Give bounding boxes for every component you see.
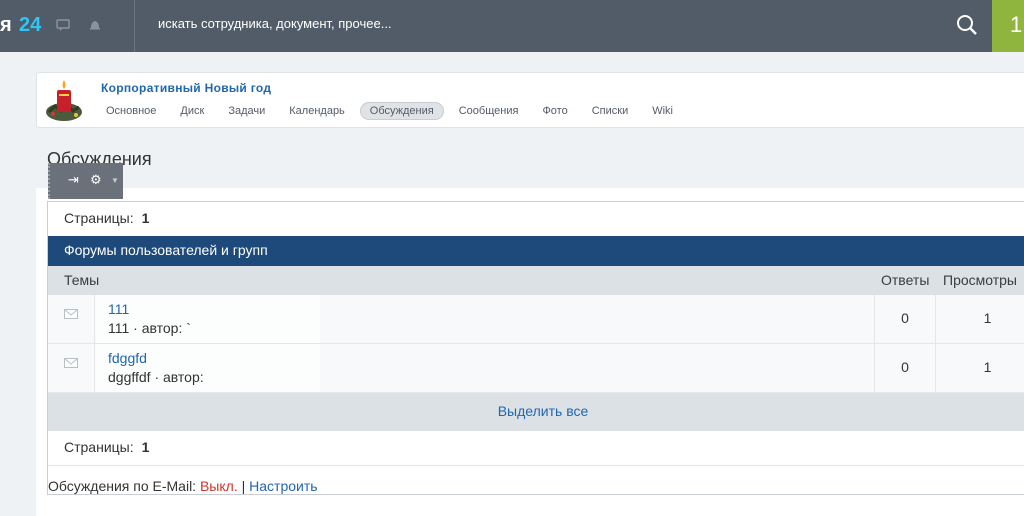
- bell-icon[interactable]: [88, 18, 102, 32]
- col-views: Просмотры: [943, 272, 1017, 288]
- forum-list: Страницы: 1 Форумы пользователей и групп …: [47, 201, 1024, 495]
- topic-views: 1: [983, 359, 992, 375]
- col-answers: Ответы: [881, 272, 930, 288]
- topic-answers: 0: [874, 344, 936, 392]
- email-label: Обсуждения по E-Mail:: [48, 478, 197, 494]
- group-nav: Основное Диск Задачи Календарь Обсуждени…: [97, 101, 688, 121]
- forum-name[interactable]: Форумы пользователей и групп: [48, 236, 1024, 266]
- nav-disk[interactable]: Диск: [171, 103, 213, 119]
- group-header: Корпоративный Новый год Основное Диск За…: [36, 72, 1024, 128]
- email-subscription: Обсуждения по E-Mail: Выкл. | Настроить: [48, 478, 318, 494]
- page-number[interactable]: 1: [142, 210, 150, 226]
- pagination-top: Страницы: 1: [48, 202, 1024, 236]
- search-icon[interactable]: [955, 13, 979, 37]
- page-number[interactable]: 1: [142, 439, 150, 455]
- pagination-bottom: Страницы: 1: [48, 431, 1024, 465]
- table-row: 111 111 · автор: ` 0 1: [48, 295, 1024, 344]
- edit-toolbar[interactable]: ⇥ ⚙ ▼: [48, 163, 123, 199]
- topic-subtitle: 111 · автор: `: [108, 320, 191, 336]
- group-title[interactable]: Корпоративный Новый год: [101, 81, 271, 95]
- group-avatar-icon[interactable]: [43, 78, 85, 124]
- nav-messages[interactable]: Сообщения: [450, 103, 528, 119]
- table-header: Темы Ответы Просмотры: [48, 266, 1024, 295]
- topic-answers: 0: [874, 295, 936, 343]
- chevron-down-icon[interactable]: ▼: [111, 176, 119, 185]
- nav-lists[interactable]: Списки: [583, 103, 638, 119]
- divider: [134, 0, 135, 52]
- brand-prefix: я: [0, 14, 12, 36]
- envelope-icon: [64, 309, 78, 319]
- nav-tasks[interactable]: Задачи: [219, 103, 274, 119]
- topic-title[interactable]: fdggfd: [108, 350, 147, 366]
- divider: [48, 465, 1024, 466]
- col-topics: Темы: [64, 272, 100, 288]
- email-off-link[interactable]: Выкл.: [200, 478, 238, 494]
- pages-label: Страницы:: [64, 439, 134, 455]
- nav-main[interactable]: Основное: [97, 103, 165, 119]
- notification-counter[interactable]: 1: [992, 0, 1024, 52]
- nav-wiki[interactable]: Wiki: [643, 103, 682, 119]
- separator: |: [241, 478, 246, 494]
- topic-subtitle: dggffdf · автор:: [108, 369, 204, 385]
- email-configure-link[interactable]: Настроить: [249, 478, 317, 494]
- top-bar: я 24 искать сотрудника, документ, прочее…: [0, 0, 1024, 52]
- envelope-icon: [64, 358, 78, 368]
- brand-24: 24: [19, 14, 42, 36]
- topic-views: 1: [983, 310, 992, 326]
- topic-title[interactable]: 111: [108, 301, 129, 317]
- nav-discussions[interactable]: Обсуждения: [359, 102, 444, 120]
- nav-photo[interactable]: Фото: [533, 103, 576, 119]
- gear-icon[interactable]: ⚙: [90, 172, 102, 188]
- select-all-button[interactable]: Выделить все: [48, 393, 1024, 431]
- table-row: fdggfd dggffdf · автор: 0 1: [48, 344, 1024, 393]
- pages-label: Страницы:: [64, 210, 134, 226]
- pin-icon[interactable]: ⇥: [68, 172, 79, 188]
- chat-icon[interactable]: [56, 18, 70, 32]
- search-input[interactable]: искать сотрудника, документ, прочее...: [158, 16, 392, 31]
- nav-calendar[interactable]: Календарь: [280, 103, 354, 119]
